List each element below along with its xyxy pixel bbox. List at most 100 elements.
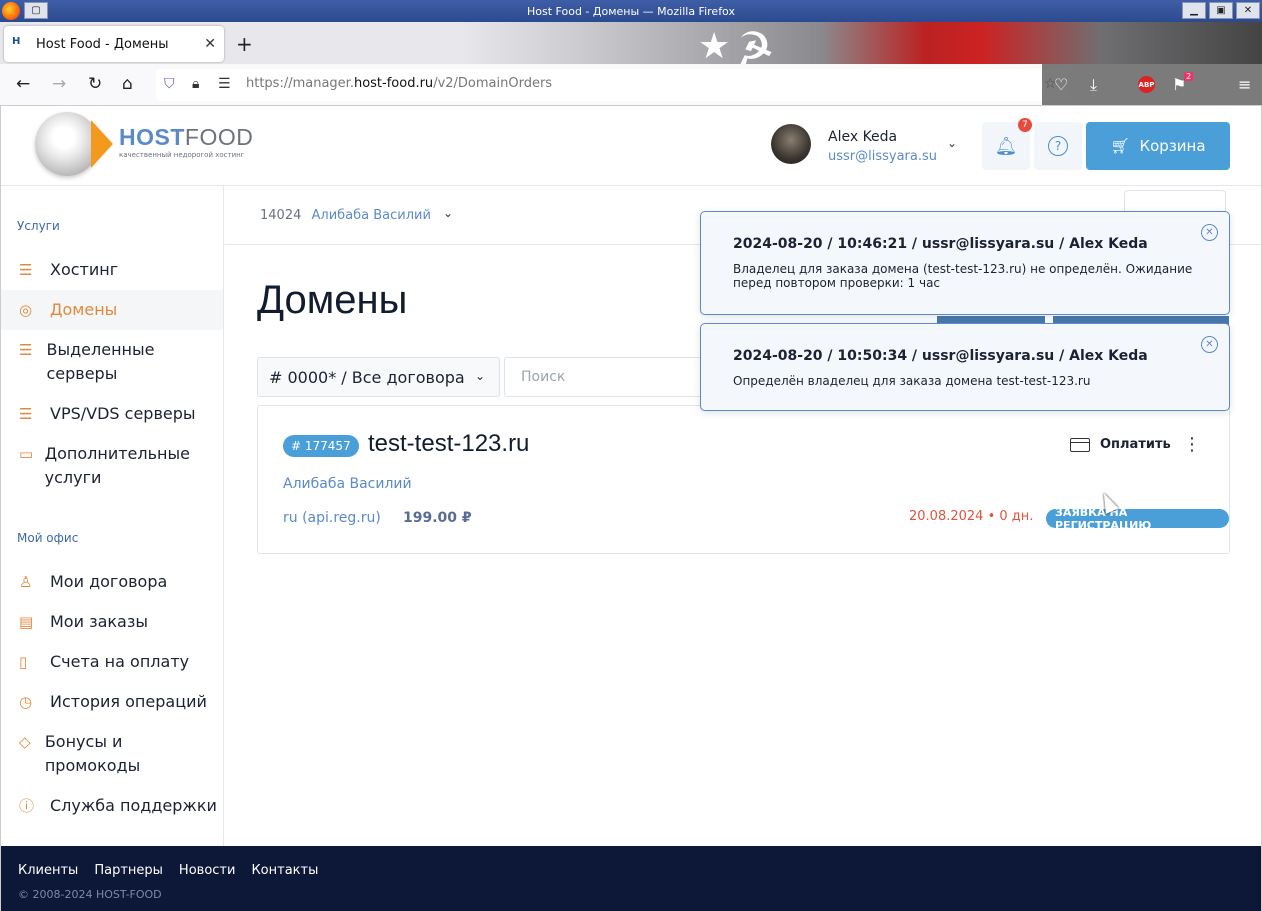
cart-label: Корзина [1139,137,1206,155]
close-window-button[interactable]: ✕ [1236,2,1260,19]
back-icon[interactable]: ← [16,74,30,94]
pocket-icon[interactable]: ♡ [1054,75,1068,94]
domain-order-card: # 177457 test-test-123.ru Алибаба Васили… [257,405,1230,554]
sidebar-item-orders[interactable]: ▤ Мои заказы [1,610,223,634]
notification-toast-2[interactable]: 2024-08-20 / 10:50:34 / ussr@lissyara.su… [700,323,1230,411]
credit-card-icon [1070,437,1090,452]
sidebar-item-support[interactable]: ⓘ Служба поддержки [1,794,223,818]
sidebar: Услуги ☰ Хостинг ◎ Домены ☰ Выделенные с… [1,186,224,846]
logo-disc-icon [35,112,99,176]
nav-toolbar: ← → ↻ ⌂ ⛉ 🔒︎ ☰ https://manager.host-food… [0,64,1262,106]
permissions-icon[interactable]: ☰ [218,76,231,92]
domain-name[interactable]: test-test-123.ru [368,430,529,458]
forward-icon[interactable]: → [52,74,66,94]
bell-icon: 🔔︎ [994,135,1018,157]
contract-name[interactable]: Алибаба Василий [312,208,431,223]
footer-link-partners[interactable]: Партнеры [94,863,163,878]
close-icon[interactable]: ✕ [1201,224,1218,241]
window-menu-button[interactable]: ▢ [24,2,48,19]
cart-icon: 🛒︎ [1110,137,1130,155]
chevron-down-icon: ⌄ [474,369,485,383]
url-bar[interactable]: ⛉ 🔒︎ ☰ https://manager.host-food.ru/v2/D… [156,69,1070,101]
chevron-down-icon[interactable]: ⌄ [947,136,957,150]
page-title: Домены [257,278,408,322]
extension-badge: 2 [1184,72,1194,81]
toast-body: Владелец для заказа домена (test-test-12… [733,262,1193,290]
sidebar-item-history[interactable]: ◷ История операций [1,690,223,714]
contract-filter-select[interactable]: # 0000* / Все договора ⌄ [257,357,500,397]
vps-icon: ☰ [19,405,33,423]
order-id-badge: # 177457 [283,435,359,457]
globe-icon: ◎ [19,301,33,319]
url-text: https://manager.host-food.ru/v2/DomainOr… [246,76,553,91]
help-circle-icon: ? [1048,136,1068,156]
pay-button[interactable]: Оплатить [1070,437,1171,452]
window-controls-right: ▁ ▣ ✕ [1182,2,1260,19]
sidebar-item-domains[interactable]: ◎ Домены [1,290,223,330]
toast-body: Определён владелец для заказа домена tes… [733,374,1091,388]
cart-button[interactable]: 🛒︎ Корзина [1086,122,1230,170]
site-footer: Клиенты Партнеры Новости Контакты © 2008… [1,846,1261,911]
toast-header: 2024-08-20 / 10:50:34 / ussr@lissyara.su… [733,348,1148,364]
avatar[interactable] [771,124,811,164]
user-name[interactable]: Alex Keda [828,129,897,145]
close-icon[interactable]: ✕ [1201,336,1218,353]
minimize-button[interactable]: ▁ [1182,2,1206,19]
sidebar-section-services: Услуги [17,219,60,233]
orders-icon: ▤ [19,613,34,631]
sidebar-section-office: Мой офис [17,531,79,545]
close-tab-icon[interactable]: ✕ [204,36,216,52]
toolbar-extensions: ♡ ⤓ ABP ⚑ 2 ≡ [1042,64,1262,105]
adblock-icon[interactable]: ABP [1138,76,1155,93]
notification-toast-1[interactable]: 2024-08-20 / 10:46:21 / ussr@lissyara.su… [700,211,1230,315]
toast-header: 2024-08-20 / 10:46:21 / ussr@lissyara.su… [733,236,1148,252]
help-button[interactable]: ? [1034,122,1082,170]
notifications-badge: 7 [1018,118,1032,132]
contract-id: 14024 [260,208,302,223]
order-price: 199.00 ₽ [403,510,472,526]
domain-zone: ru (api.reg.ru) [283,510,381,526]
contracts-icon: ♙ [19,573,33,591]
footer-link-clients[interactable]: Клиенты [18,863,78,878]
order-date: 20.08.2024 • 0 дн. [909,509,1034,524]
page: HOSTFOOD качественный недорогой хостинг … [0,106,1262,911]
sidebar-item-invoices[interactable]: ▯ Счета на оплату [1,650,223,674]
logo-text: HOSTFOOD [119,124,254,150]
logo-arrow-icon [91,120,113,168]
more-options-icon[interactable]: ⋮ [1183,434,1201,455]
menu-icon[interactable]: ≡ [1238,75,1251,94]
window-title: Host Food - Домены — Mozilla Firefox [527,4,735,18]
logo-tagline: качественный недорогой хостинг [119,151,245,159]
reload-icon[interactable]: ↻ [88,74,102,94]
window-controls-left: ▢ [2,2,48,20]
copyright: © 2008-2024 HOST-FOOD [18,888,162,901]
rack-icon: ☰ [19,341,33,359]
maximize-button[interactable]: ▣ [1209,2,1233,19]
theme-banner: ★ ☭ [460,22,1262,64]
tab-strip: ★ ☭ H Host Food - Домены ✕ + [0,22,1262,64]
sidebar-item-bonuses[interactable]: ◇ Бонусы и промокоды [1,730,181,778]
footer-links: Клиенты Партнеры Новости Контакты [18,863,318,878]
breadcrumb[interactable]: 14024 Алибаба Василий [260,208,431,223]
support-icon: ⓘ [19,797,35,815]
sidebar-item-contracts[interactable]: ♙ Мои договора [1,570,223,594]
status-badge: ЗАЯВКА НА РЕГИСТРАЦИЮ [1046,506,1229,532]
hammer-sickle-icon: ☭ [723,22,782,64]
lock-icon[interactable]: 🔒︎ [192,76,199,92]
sidebar-item-dedicated[interactable]: ☰ Выделенные серверы [1,338,201,386]
sidebar-item-vps[interactable]: ☰ VPS/VDS серверы [1,402,223,426]
browser-tab-active[interactable]: H Host Food - Домены ✕ [4,26,224,62]
sidebar-item-addons[interactable]: ▭ Дополнительные услуги [1,442,201,490]
owner-link[interactable]: Алибаба Василий [283,476,412,492]
footer-link-contacts[interactable]: Контакты [251,863,318,878]
home-icon[interactable]: ⌂ [122,74,133,94]
downloads-icon[interactable]: ⤓ [1090,75,1097,95]
search-input[interactable]: Поиск [504,357,704,397]
user-email[interactable]: ussr@lissyara.su [828,149,937,164]
server-stack-icon: ☰ [19,261,33,279]
tracking-shield-icon[interactable]: ⛉ [164,76,175,92]
footer-link-news[interactable]: Новости [179,863,236,878]
history-icon: ◷ [19,693,33,711]
new-tab-button[interactable]: + [236,32,253,56]
chevron-down-icon[interactable]: ⌄ [443,206,453,220]
